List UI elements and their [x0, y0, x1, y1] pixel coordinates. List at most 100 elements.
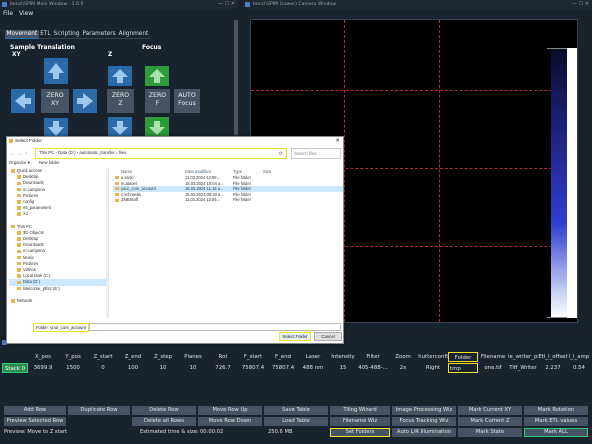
- mark-etl-values-button[interactable]: Mark ETL values: [524, 417, 588, 426]
- table-cell[interactable]: 2.237: [538, 363, 568, 373]
- auto-lr-illumination-button[interactable]: Auto L/R Illumination: [392, 428, 456, 437]
- header-cell[interactable]: Z_start: [88, 352, 118, 362]
- header-cell[interactable]: ie_writer_pl: [508, 352, 538, 362]
- move-focus-up-button[interactable]: [145, 66, 169, 86]
- tab-movement[interactable]: Movement: [5, 30, 39, 39]
- header-cell-folder[interactable]: Folder: [448, 352, 478, 362]
- table-cell[interactable]: 3699.9: [28, 363, 58, 373]
- lut-level-handle[interactable]: [547, 317, 567, 318]
- move-z-up-button[interactable]: [108, 66, 132, 86]
- zero-xy-button[interactable]: ZERO XY: [41, 89, 69, 113]
- move-z-down-button[interactable]: [108, 117, 132, 138]
- back-arrow-icon[interactable]: ←: [9, 151, 16, 157]
- table-cell[interactable]: 10: [148, 363, 178, 373]
- zero-f-button[interactable]: ZERO F: [145, 89, 170, 113]
- header-cell[interactable]: Etl_l_offset: [538, 352, 568, 362]
- header-cell[interactable]: hutterconfi: [418, 352, 448, 362]
- menu-file[interactable]: File: [3, 10, 13, 17]
- table-cell[interactable]: 75807.4: [268, 363, 298, 373]
- table-cell[interactable]: 405-488-...: [358, 363, 388, 373]
- duplicate-row-button[interactable]: Duplicate Row: [68, 406, 130, 415]
- table-cell[interactable]: one.tif: [478, 363, 508, 373]
- header-cell[interactable]: Y_pos: [58, 352, 88, 362]
- header-cell[interactable]: X_pos: [28, 352, 58, 362]
- move-y-down-button[interactable]: [44, 118, 68, 138]
- header-cell[interactable]: F_end: [268, 352, 298, 362]
- mark-current-z-button[interactable]: Mark Current Z: [458, 417, 522, 426]
- cancel-button[interactable]: Cancel: [314, 332, 342, 341]
- mark-rotation-button[interactable]: Mark Rotation: [524, 406, 588, 415]
- header-cell[interactable]: Planes: [178, 352, 208, 362]
- table-cell-folder[interactable]: tmp: [448, 363, 478, 373]
- table-cell[interactable]: Right: [418, 363, 448, 373]
- up-arrow-icon[interactable]: ↑: [23, 151, 30, 157]
- move-row-down-button[interactable]: Move Row Down: [198, 417, 262, 426]
- window-controls-icon[interactable]: — ☐ ✕: [218, 0, 235, 9]
- organize-menu[interactable]: Organize ▾: [9, 160, 30, 165]
- delete-row-button[interactable]: Delete Row: [132, 406, 196, 415]
- move-x-left-button[interactable]: [11, 89, 35, 113]
- menu-view[interactable]: View: [19, 10, 33, 17]
- header-cell[interactable]: Z_step: [148, 352, 178, 362]
- table-cell[interactable]: 0: [88, 363, 118, 373]
- table-cell[interactable]: 100: [118, 363, 148, 373]
- header-cell[interactable]: Filename: [478, 352, 508, 362]
- new-folder-button[interactable]: New folder: [39, 160, 60, 165]
- table-cell[interactable]: 15: [328, 363, 358, 373]
- nav-item[interactable]: Network: [9, 298, 108, 304]
- tab-parameters[interactable]: Parameters: [80, 30, 118, 39]
- table-cell[interactable]: 726.7: [208, 363, 238, 373]
- move-y-up-button[interactable]: [44, 58, 68, 84]
- close-icon[interactable]: ✕: [335, 137, 340, 145]
- header-cell[interactable]: Intensity: [328, 352, 358, 362]
- auto-focus-button[interactable]: AUTO Focus: [174, 89, 200, 113]
- mark-current-xy-button[interactable]: Mark Current XY: [458, 406, 522, 415]
- mark-state-button[interactable]: Mark State: [458, 428, 522, 437]
- move-x-right-button[interactable]: [73, 89, 97, 113]
- search-input[interactable]: Search files: [291, 148, 341, 159]
- move-focus-down-button[interactable]: [145, 117, 169, 138]
- header-cell[interactable]: Rot: [208, 352, 238, 362]
- zero-z-button[interactable]: ZERO Z: [107, 89, 134, 113]
- set-folders-button[interactable]: Set Folders: [330, 428, 390, 437]
- nav-pane-scrollbar[interactable]: [106, 168, 108, 318]
- window-controls-icon[interactable]: — ☐ ✕: [572, 0, 589, 9]
- mark-all-button[interactable]: Mark ALL: [524, 428, 588, 437]
- delete-all-rows-button[interactable]: Delete all Rows: [132, 417, 196, 426]
- column-header-type[interactable]: Type: [233, 168, 263, 175]
- tab-etl[interactable]: ETL: [38, 30, 53, 39]
- focus-tracking-wiz-button[interactable]: Focus Tracking Wiz: [392, 417, 456, 426]
- histogram-bar[interactable]: [567, 48, 577, 318]
- header-cell[interactable]: l_l_amp: [568, 352, 590, 362]
- load-table-button[interactable]: Load Table: [264, 417, 328, 426]
- table-cell[interactable]: 2x: [388, 363, 418, 373]
- tab-scripting[interactable]: Scripting: [52, 30, 81, 39]
- lut-level-handle[interactable]: [547, 48, 567, 49]
- table-cell[interactable]: 488 nm: [298, 363, 328, 373]
- save-table-button[interactable]: Save Table: [264, 406, 328, 415]
- select-folder-button[interactable]: Select Folder: [279, 332, 311, 341]
- header-cell[interactable]: Laser: [298, 352, 328, 362]
- header-cell[interactable]: Filter: [358, 352, 388, 362]
- column-header-size[interactable]: Size: [263, 168, 283, 175]
- table-cell[interactable]: 75807.4: [238, 363, 268, 373]
- column-header-date[interactable]: Date modified: [185, 168, 233, 175]
- file-list-item[interactable]: ZMBStaff 11.03.2024 12:55... File folder: [113, 197, 343, 203]
- table-cell[interactable]: 1500: [58, 363, 88, 373]
- add-row-button[interactable]: Add Row: [4, 406, 66, 415]
- address-bar[interactable]: This PC › Data (D:) › automatic_transfer…: [35, 148, 287, 159]
- table-cell[interactable]: 10: [178, 363, 208, 373]
- lut-gradient[interactable]: [551, 48, 567, 318]
- preview-selected-row-button[interactable]: Preview Selected Row: [4, 417, 66, 426]
- table-cell[interactable]: Tiff_Writer: [508, 363, 538, 373]
- folder-input[interactable]: [89, 323, 341, 331]
- refresh-icon[interactable]: ⟳: [279, 150, 283, 158]
- image-processing-wiz-button[interactable]: Image Processing Wiz: [392, 406, 456, 415]
- header-cell[interactable]: F_start: [238, 352, 268, 362]
- move-row-up-button[interactable]: Move Row Up: [198, 406, 262, 415]
- forward-arrow-icon[interactable]: →: [16, 151, 23, 157]
- header-cell[interactable]: Z_end: [118, 352, 148, 362]
- row-label-cell[interactable]: Stack 0: [2, 363, 28, 373]
- header-cell[interactable]: Zoom: [388, 352, 418, 362]
- column-header-name[interactable]: Name: [113, 168, 185, 175]
